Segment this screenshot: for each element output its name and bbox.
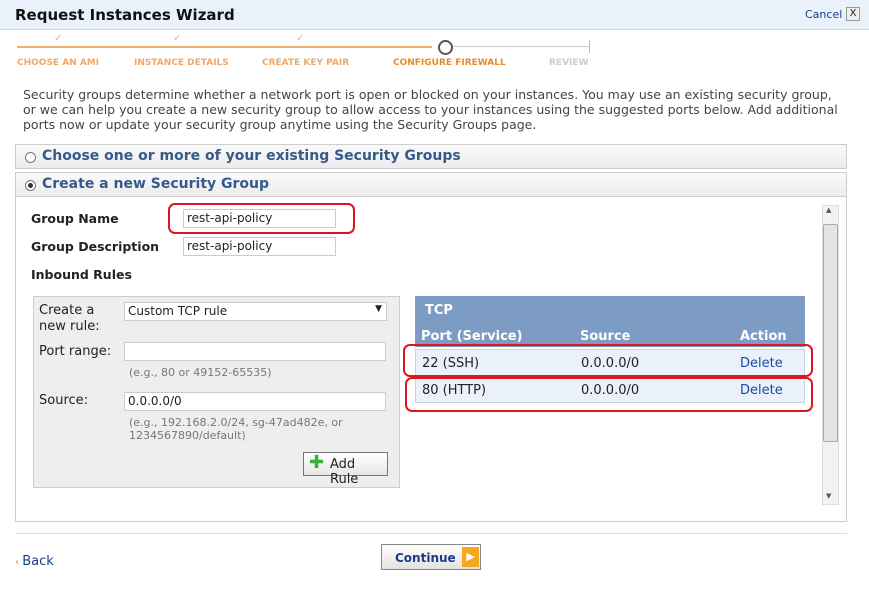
radio-create[interactable]: [25, 180, 36, 191]
checkmark-icon: ✓: [296, 33, 305, 44]
close-icon[interactable]: X: [846, 7, 860, 21]
step-create-key-pair: CREATE KEY PAIR: [262, 58, 350, 68]
source-input[interactable]: 0.0.0.0/0: [124, 392, 386, 411]
option-label: Create a new Security Group: [42, 176, 270, 192]
progress-end: [589, 40, 590, 53]
col-port: Port (Service): [421, 329, 523, 344]
rules-table-title: TCP: [425, 303, 453, 318]
highlight: [405, 377, 813, 412]
scroll-down-icon[interactable]: ▼: [826, 492, 831, 500]
port-range-hint: (e.g., 80 or 49152-65535): [129, 366, 272, 379]
divider: [15, 533, 847, 534]
step-choose-ami: CHOOSE AN AMI: [17, 58, 100, 68]
add-rule-label: Add Rule: [330, 457, 359, 487]
option-existing-groups[interactable]: Choose one or more of your existing Secu…: [15, 144, 847, 169]
scroll-up-icon[interactable]: ▲: [826, 206, 831, 214]
description: Security groups determine whether a netw…: [23, 87, 838, 132]
col-action: Action: [740, 329, 787, 344]
create-rule-label: Create a new rule:: [39, 303, 100, 334]
group-name-input[interactable]: rest-api-policy: [183, 209, 336, 228]
port-range-input[interactable]: [124, 342, 386, 361]
rule-type-select[interactable]: Custom TCP rule ▼: [124, 302, 387, 321]
plus-icon: ✚: [309, 452, 325, 473]
group-description-input[interactable]: rest-api-policy: [183, 237, 336, 256]
group-description-label: Group Description: [31, 239, 160, 254]
progress-line-done: [17, 46, 432, 48]
wizard-title: Request Instances Wizard: [15, 6, 235, 24]
highlight: [403, 344, 813, 377]
current-step-marker-icon: [438, 40, 453, 55]
dropdown-arrow-icon: ▼: [375, 304, 382, 314]
add-rule-button[interactable]: ✚ Add Rule: [303, 452, 388, 487]
checkmark-icon: ✓: [54, 33, 63, 44]
continue-label: Continue: [395, 551, 456, 565]
back-label: Back: [22, 554, 54, 569]
rule-type-value: Custom TCP rule: [128, 304, 228, 318]
option-create-group[interactable]: Create a new Security Group: [15, 172, 847, 197]
col-source: Source: [580, 329, 631, 344]
arrow-right-icon: ▶: [462, 547, 479, 567]
progress-line-pending: [452, 46, 589, 47]
cancel-link[interactable]: Cancel: [805, 8, 842, 21]
step-review: REVIEW: [549, 58, 589, 68]
port-range-label: Port range:: [39, 344, 112, 359]
scrollbar-thumb[interactable]: [823, 224, 838, 442]
step-instance-details: INSTANCE DETAILS: [134, 58, 229, 68]
inbound-rules-label: Inbound Rules: [31, 267, 132, 282]
back-link[interactable]: ‹ Back: [15, 554, 54, 569]
source-label: Source:: [39, 393, 89, 408]
option-label: Choose one or more of your existing Secu…: [42, 148, 461, 164]
continue-button[interactable]: Continue ▶: [381, 544, 481, 570]
group-name-label: Group Name: [31, 211, 119, 226]
checkmark-icon: ✓: [173, 33, 182, 44]
radio-existing[interactable]: [25, 152, 36, 163]
source-hint: (e.g., 192.168.2.0/24, sg-47ad482e, or 1…: [129, 416, 343, 442]
step-configure-firewall: CONFIGURE FIREWALL: [393, 58, 506, 68]
